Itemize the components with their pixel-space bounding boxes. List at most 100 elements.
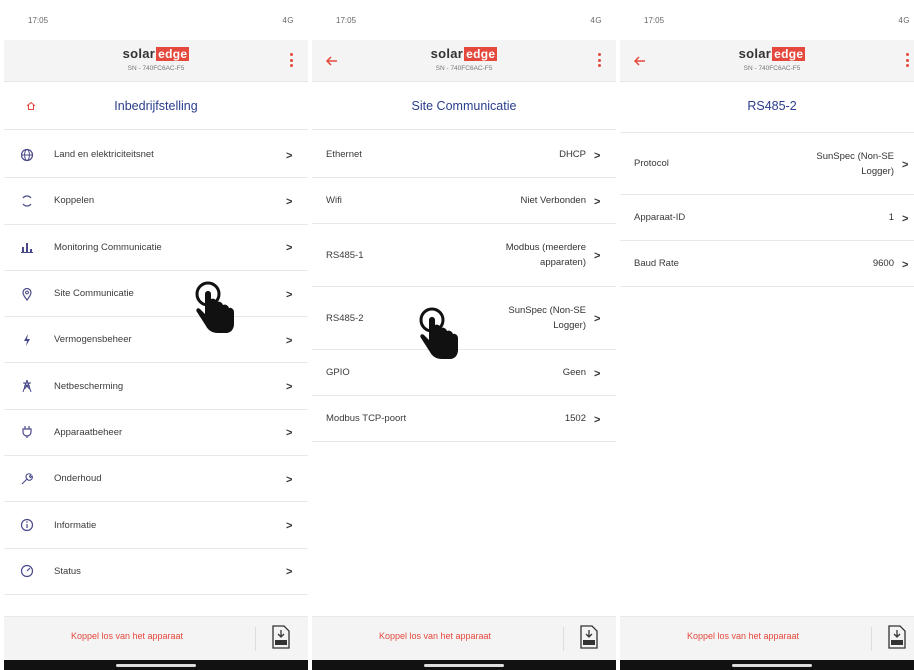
setting-row-baud-rate[interactable]: Baud Rate 9600 > — [620, 241, 914, 287]
menu-item-land-en-elektriciteitsnet[interactable]: Land en elektriciteitsnet > — [4, 132, 308, 179]
screen-rs485-2: 17:05 4G solar edge SN - 740FC6AC-F5 RS48… — [620, 0, 914, 670]
more-menu-icon[interactable] — [290, 53, 294, 67]
wrench-icon — [21, 472, 33, 485]
clock: 17:05 — [336, 15, 357, 25]
setting-row-wifi[interactable]: Wifi Niet Verbonden > — [312, 178, 616, 224]
setting-row-rs485-1[interactable]: RS485-1 Modbus (meerdere apparaten) > — [312, 224, 616, 287]
status-bar: 17:05 4G — [312, 0, 616, 40]
chevron-right-icon: > — [594, 149, 601, 162]
chevron-right-icon: > — [594, 367, 601, 380]
setting-value: 9600 — [872, 258, 894, 269]
globe-icon — [20, 148, 34, 161]
setting-row-rs485-2[interactable]: RS485-2 SunSpec (Non-SE Logger) > — [312, 287, 616, 350]
page-title: Inbedrijfstelling — [114, 98, 198, 113]
menu-item-onderhoud[interactable]: Onderhoud > — [4, 456, 308, 503]
serial-number: SN - 740FC6AC-F5 — [743, 65, 801, 72]
menu-list: Land en elektriciteitsnet > Koppelen > M… — [4, 132, 308, 595]
menu-item-label: Monitoring Communicatie — [54, 241, 162, 253]
menu-item-label: Informatie — [54, 519, 97, 531]
jpg-export-icon[interactable] — [580, 625, 598, 649]
footer-bar: Koppel los van het apparaat — [312, 616, 616, 660]
home-gesture-pill[interactable] — [732, 664, 812, 667]
chevron-right-icon: > — [594, 413, 601, 426]
setting-value: 1 — [888, 212, 894, 223]
home-gesture-pill[interactable] — [424, 664, 504, 667]
setting-value: DHCP — [559, 149, 586, 160]
status-bar: 17:05 4G — [620, 0, 914, 40]
home-icon[interactable] — [26, 101, 36, 111]
page-title: RS485-2 — [747, 99, 797, 113]
title-bar: Inbedrijfstelling — [4, 82, 308, 130]
setting-label: Baud Rate — [634, 258, 679, 269]
bar-chart-icon — [21, 243, 33, 254]
android-nav-bar — [620, 660, 914, 670]
menu-item-label: Koppelen — [54, 195, 95, 207]
solaredge-logo: solar edge — [122, 46, 190, 61]
app-header: solar edge SN - 740FC6AC-F5 — [312, 40, 616, 82]
title-bar: Site Communicatie — [312, 82, 616, 130]
chevron-right-icon: > — [286, 334, 293, 347]
setting-label: RS485-1 — [326, 249, 364, 261]
setting-label: Ethernet — [326, 149, 362, 160]
menu-item-monitoring-communicatie[interactable]: Monitoring Communicatie > — [4, 225, 308, 271]
setting-row-apparaat-id[interactable]: Apparaat-ID 1 > — [620, 195, 914, 241]
disconnect-button[interactable]: Koppel los van het apparaat — [312, 631, 558, 641]
setting-label: Modbus TCP-poort — [326, 413, 407, 424]
menu-item-vermogensbeheer[interactable]: Vermogensbeheer > — [4, 317, 308, 364]
location-pin-icon — [22, 287, 32, 301]
chevron-right-icon: > — [286, 473, 293, 486]
setting-value: Niet Verbonden — [520, 195, 587, 206]
home-gesture-pill[interactable] — [116, 664, 196, 667]
disconnect-button[interactable]: Koppel los van het apparaat — [4, 631, 250, 641]
chevron-right-icon: > — [902, 212, 909, 225]
chevron-right-icon: > — [286, 149, 293, 162]
plug-icon — [22, 426, 32, 439]
power-tower-icon — [22, 379, 32, 393]
menu-item-netbescherming[interactable]: Netbescherming > — [4, 363, 308, 410]
clock: 17:05 — [28, 15, 49, 25]
setting-value: SunSpec (Non-SE Logger) — [816, 150, 894, 177]
chevron-right-icon: > — [286, 195, 293, 208]
lightning-icon — [24, 333, 30, 346]
settings-list: Ethernet DHCP > Wifi Niet Verbonden > RS… — [312, 132, 616, 442]
footer-divider — [255, 627, 256, 651]
setting-row-gpio[interactable]: GPIO Geen > — [312, 350, 616, 396]
setting-label: GPIO — [326, 367, 350, 378]
menu-item-informatie[interactable]: Informatie > — [4, 502, 308, 549]
tap-gesture-icon — [195, 281, 234, 333]
serial-number: SN - 740FC6AC-F5 — [127, 65, 185, 72]
menu-item-status[interactable]: Status > — [4, 549, 308, 595]
menu-item-label: Netbescherming — [54, 380, 124, 392]
network-indicator: 4G — [282, 15, 294, 25]
menu-item-koppelen[interactable]: Koppelen > — [4, 178, 308, 225]
setting-value: 1502 — [564, 413, 586, 424]
app-header: solar edge SN - 740FC6AC-F5 — [4, 40, 308, 82]
setting-value: Modbus (meerdere apparaten) — [505, 242, 586, 268]
jpg-export-icon[interactable] — [888, 625, 906, 649]
chevron-right-icon: > — [286, 381, 293, 394]
setting-row-modbus-tcp-poort[interactable]: Modbus TCP-poort 1502 > — [312, 396, 616, 442]
sync-icon — [22, 195, 32, 207]
setting-row-ethernet[interactable]: Ethernet DHCP > — [312, 132, 616, 178]
more-menu-icon[interactable] — [906, 53, 910, 67]
setting-label: RS485-2 — [326, 312, 364, 324]
chevron-right-icon: > — [594, 250, 601, 262]
chevron-right-icon: > — [594, 195, 601, 208]
jpg-export-icon[interactable] — [272, 625, 290, 649]
footer-bar: Koppel los van het apparaat — [620, 616, 914, 660]
page-title: Site Communicatie — [411, 98, 517, 113]
clock: 17:05 — [644, 15, 665, 25]
chevron-right-icon: > — [286, 242, 293, 255]
footer-bar: Koppel los van het apparaat — [4, 616, 308, 660]
footer-divider — [871, 627, 872, 651]
screen-site-communicatie: 17:05 4G solar edge SN - 740FC6AC-F5 Site… — [312, 0, 616, 670]
more-menu-icon[interactable] — [598, 53, 602, 67]
menu-item-apparaatbeheer[interactable]: Apparaatbeheer > — [4, 410, 308, 457]
menu-item-label: Onderhoud — [54, 473, 102, 485]
tap-gesture-icon — [419, 307, 458, 359]
chevron-right-icon: > — [594, 313, 601, 325]
network-indicator: 4G — [590, 15, 602, 25]
setting-row-protocol[interactable]: Protocol SunSpec (Non-SE Logger) > — [620, 133, 914, 195]
disconnect-button[interactable]: Koppel los van het apparaat — [620, 631, 866, 641]
menu-item-site-communicatie[interactable]: Site Communicatie > — [4, 271, 308, 318]
